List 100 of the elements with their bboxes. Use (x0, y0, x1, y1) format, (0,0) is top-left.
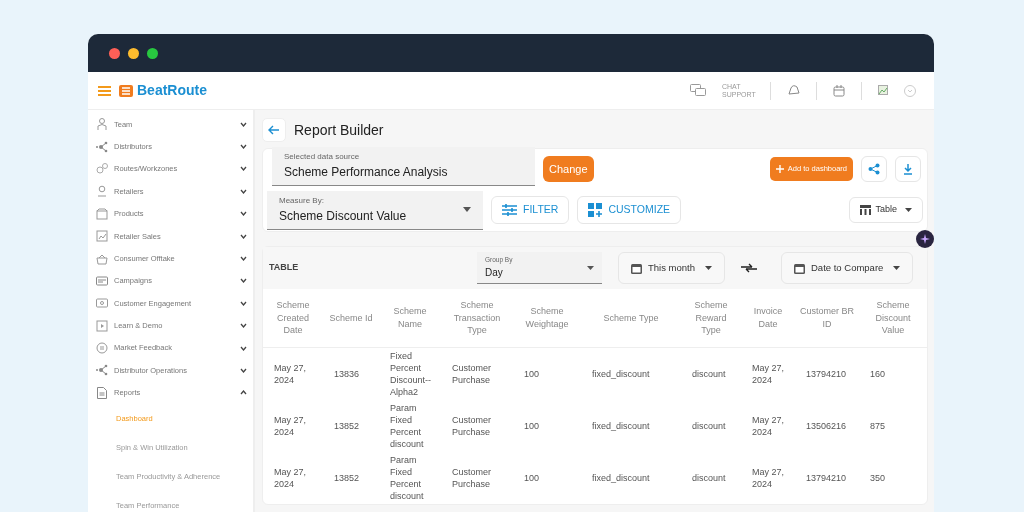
basket-icon (96, 252, 108, 265)
column-header[interactable]: Scheme Id (323, 289, 379, 348)
table-cell-text: Param Fixed Percent discount (389, 453, 425, 503)
grid-plus-icon (588, 203, 603, 217)
menu-icon[interactable] (98, 85, 111, 96)
share-button[interactable] (861, 156, 887, 182)
chevron-icon (240, 323, 247, 329)
table-cell-text: Customer Purchase (451, 465, 492, 491)
table-cell-text: 100 (523, 471, 541, 485)
caret-icon (587, 265, 594, 270)
chevron-icon (240, 166, 247, 172)
person-icon (96, 185, 108, 198)
table-cell-text: 13794210 (805, 471, 848, 485)
measure-by-dropdown[interactable]: Measure By: Scheme Discount Value (267, 190, 483, 230)
column-header[interactable]: Customer BR ID (795, 289, 859, 348)
view-dropdown[interactable]: Table (849, 197, 923, 223)
back-button[interactable] (262, 118, 286, 142)
filter-button[interactable]: FILTER (491, 196, 570, 224)
broken-image-icon (878, 84, 888, 97)
table-cell: fixed_discount (581, 347, 681, 400)
table-cell: 13836 (323, 347, 379, 400)
table-cell-text: 350 (869, 471, 887, 485)
table-cell: 13794210 (795, 347, 859, 400)
column-header[interactable]: Scheme Discount Value (859, 289, 927, 348)
table-cell: 100 (513, 347, 581, 400)
sparkle-icon (920, 234, 930, 244)
column-header[interactable]: Scheme Transaction Type (441, 289, 513, 348)
calendar-icon (631, 262, 642, 274)
data-source-field[interactable]: Selected data source Scheme Performance Analysis (272, 146, 535, 186)
chevron-icon (240, 300, 247, 306)
download-button[interactable] (895, 156, 921, 182)
swap-arrows-icon[interactable] (741, 263, 757, 273)
card-icon (96, 274, 108, 287)
chevron-icon (240, 121, 247, 127)
chart-icon (96, 230, 108, 243)
table-cell: May 27, 2024 (263, 347, 323, 400)
table-cell-text: 13852 (333, 471, 361, 485)
sliders-icon (502, 204, 517, 216)
table-cell-text: discount (691, 471, 727, 485)
table-cell-text: discount (691, 419, 727, 433)
person-icon (96, 118, 108, 131)
table-cell-text: 875 (869, 419, 887, 433)
table-cell-text: fixed_discount (591, 419, 651, 433)
chevron-icon (240, 144, 247, 150)
table-icon (860, 205, 872, 215)
chat-icon (96, 342, 108, 355)
table-cell-text: May 27, 2024 (273, 413, 307, 439)
column-header[interactable]: Scheme Weightage (513, 289, 581, 348)
column-header[interactable]: Scheme Type (581, 289, 681, 348)
calendar-icon[interactable] (833, 84, 845, 97)
column-header[interactable]: Scheme Name (379, 289, 441, 348)
chevron-icon (240, 188, 247, 194)
network-icon (96, 364, 108, 377)
table-cell-text: May 27, 2024 (751, 413, 785, 439)
column-header[interactable]: Invoice Date (741, 289, 795, 348)
chat-icon[interactable] (690, 84, 706, 97)
play-icon (96, 319, 108, 332)
chevron-icon (240, 211, 247, 217)
page-title: Report Builder (294, 120, 384, 140)
minimize-window-dot[interactable] (128, 47, 139, 59)
caret-icon (905, 208, 912, 212)
caret-icon (705, 266, 712, 270)
chevron-icon (240, 233, 247, 239)
close-window-dot[interactable] (109, 47, 120, 59)
table-cell-text: May 27, 2024 (273, 465, 307, 491)
network-icon (96, 140, 108, 153)
box-icon (96, 207, 108, 220)
table-cell-text: Customer Purchase (451, 413, 492, 439)
compare-date-dropdown[interactable]: Date to Compare (781, 252, 914, 284)
chevron-icon (240, 368, 247, 373)
table-cell-text: Param Fixed Percent discount (389, 401, 425, 451)
share-icon (868, 163, 880, 175)
plus-icon (775, 165, 784, 173)
table-cell: 160 (859, 347, 927, 400)
logo-icon (119, 84, 133, 97)
maximize-window-dot[interactable] (147, 47, 158, 59)
period-dropdown[interactable]: This month (618, 252, 725, 284)
chevron-icon (240, 278, 247, 284)
table-cell: discount (681, 347, 741, 400)
caret-icon (893, 266, 901, 270)
table-cell-text: fixed_discount (591, 471, 651, 485)
table-cell-text: 13852 (333, 419, 361, 433)
column-header[interactable]: Scheme Created Date (263, 289, 323, 348)
bell-icon[interactable] (787, 84, 800, 97)
chevron-icon (240, 256, 247, 262)
screen-icon (96, 297, 108, 310)
table-cell-text: 13506216 (805, 419, 848, 433)
table-cell: Fixed Percent Discount--Alpha2 (379, 347, 441, 400)
calendar-icon (794, 262, 805, 274)
column-header[interactable]: Scheme Reward Type (681, 289, 741, 348)
change-button[interactable]: Change (543, 155, 594, 183)
table-cell-text: May 27, 2024 (751, 465, 785, 491)
pin-icon (96, 162, 108, 175)
section-title: TABLE (269, 261, 300, 275)
customize-button[interactable]: CUSTOMIZE (577, 196, 682, 224)
caret-icon (463, 207, 471, 212)
app-logo: BeatRoute (137, 81, 207, 100)
chevron-icon (240, 390, 247, 396)
download-icon (903, 163, 913, 175)
back-arrow-icon (268, 125, 280, 135)
